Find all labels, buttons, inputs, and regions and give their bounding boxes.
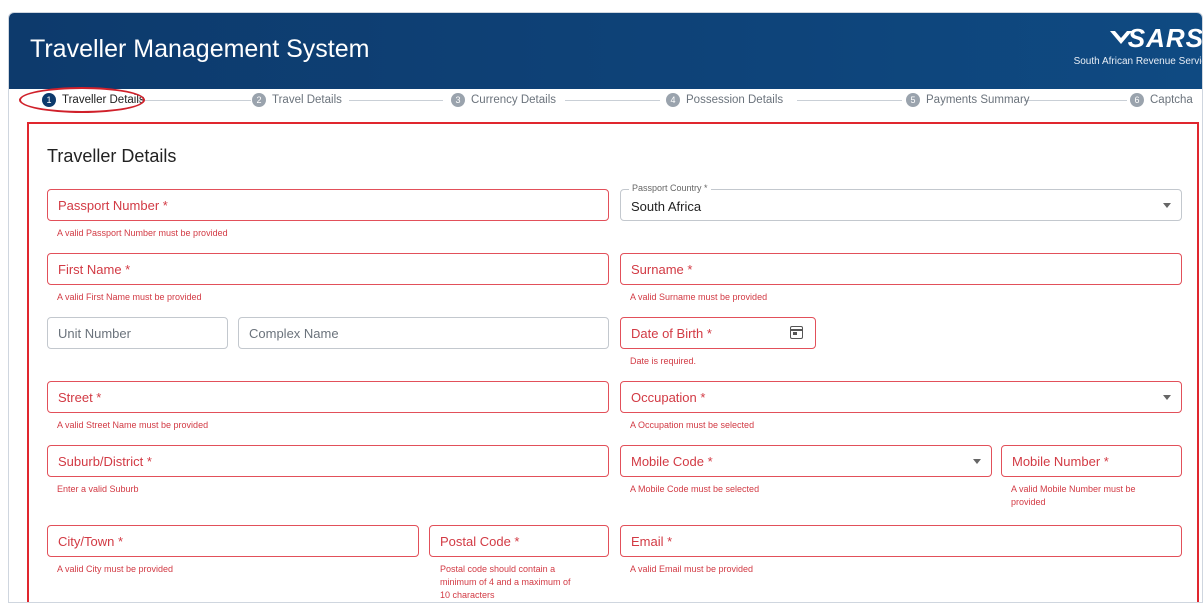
suburb-error: Enter a valid Suburb [57,484,139,494]
email-placeholder: Email * [631,534,673,549]
first-name-input[interactable]: First Name * [47,253,609,285]
step-number: 2 [252,93,266,107]
surname-input[interactable]: Surname * [620,253,1182,285]
sars-logo: SARS South African Revenue Service [1062,23,1203,75]
suburb-placeholder: Suburb/District * [58,454,152,469]
mobile-code-placeholder: Mobile Code * [631,454,713,469]
passport-country-select[interactable]: Passport Country * South Africa [620,183,1182,221]
step-number: 5 [906,93,920,107]
date-of-birth-placeholder: Date of Birth * [631,326,712,341]
mobile-number-error-line: provided [1011,497,1046,507]
step-connector [1024,100,1127,101]
mobile-number-placeholder: Mobile Number * [1012,454,1109,469]
postal-code-error-line: 10 characters [440,590,495,600]
postal-code-error-line: minimum of 4 and a maximum of [440,577,571,587]
city-error: A valid City must be provided [57,564,174,574]
step-possession-details[interactable]: 4 Possession Details [666,92,783,108]
passport-country-value: South Africa [631,199,702,214]
step-number: 4 [666,93,680,107]
step-captcha[interactable]: 6 Captcha [1130,92,1193,108]
occupation-placeholder: Occupation * [631,390,706,405]
traveller-details-form: Traveller Details Passport Number * A va… [27,122,1199,602]
unit-number-placeholder: Unit Number [58,326,131,341]
street-error: A valid Street Name must be provided [57,420,209,430]
street-placeholder: Street * [58,390,102,405]
city-placeholder: City/Town * [58,534,124,549]
date-of-birth-error: Date is required. [630,356,697,366]
unit-number-input[interactable]: Unit Number [47,317,228,349]
step-connector [565,100,660,101]
mobile-code-select[interactable]: Mobile Code * [620,445,992,477]
form-title: Traveller Details [47,146,177,166]
chevron-down-icon [1163,203,1171,208]
surname-placeholder: Surname * [631,262,693,277]
step-payments-summary[interactable]: 5 Payments Summary [906,92,1030,108]
postal-code-error-line: Postal code should contain a [440,564,556,574]
chevron-down-icon [973,459,981,464]
step-label: Currency Details [471,94,556,106]
postal-code-placeholder: Postal Code * [440,534,520,549]
first-name-placeholder: First Name * [58,262,131,277]
first-name-error: A valid First Name must be provided [57,292,202,302]
complex-name-input[interactable]: Complex Name [238,317,609,349]
chevron-down-icon [1163,395,1171,400]
mobile-code-error: A Mobile Code must be selected [630,484,760,494]
app-header: Traveller Management System SARS South A… [9,13,1203,89]
date-of-birth-input[interactable]: Date of Birth * [620,317,816,349]
passport-number-input[interactable]: Passport Number * [47,189,609,221]
step-label: Possession Details [686,94,784,106]
street-input[interactable]: Street * [47,381,609,413]
passport-country-label: Passport Country * [629,183,711,193]
step-connector [349,100,443,101]
mobile-number-error: A valid Mobile Number must be provided [1011,483,1136,509]
passport-number-error: A valid Passport Number must be provided [57,228,228,238]
complex-name-placeholder: Complex Name [249,326,339,341]
mobile-number-input[interactable]: Mobile Number * [1001,445,1182,477]
step-connector [797,100,902,101]
city-input[interactable]: City/Town * [47,525,419,557]
step-travel-details[interactable]: 2 Travel Details [252,92,342,108]
step-currency-details[interactable]: 3 Currency Details [451,92,556,108]
step-number: 3 [451,93,465,107]
mobile-number-error-line: A valid Mobile Number must be [1011,484,1136,494]
active-step-highlight [19,87,145,113]
step-label: Captcha [1150,94,1193,106]
step-connector [137,100,251,101]
surname-error: A valid Surname must be provided [630,292,768,302]
email-error: A valid Email must be provided [630,564,754,574]
step-label: Travel Details [272,94,342,106]
progress-stepper: 1 Traveller Details 2 Travel Details 3 C… [9,89,1202,111]
app-window: Traveller Management System SARS South A… [8,12,1203,603]
postal-code-error: Postal code should contain a minimum of … [440,563,571,602]
occupation-error: A Occupation must be selected [630,420,755,430]
suburb-input[interactable]: Suburb/District * [47,445,609,477]
logo-text: SARS [1127,23,1203,53]
passport-number-placeholder: Passport Number * [58,198,168,213]
step-label: Payments Summary [926,94,1030,106]
logo-subtitle: South African Revenue Service [1073,56,1203,67]
app-title: Traveller Management System [30,35,370,63]
step-number: 6 [1130,93,1144,107]
email-input[interactable]: Email * [620,525,1182,557]
postal-code-input[interactable]: Postal Code * [429,525,609,557]
calendar-icon[interactable] [790,326,803,339]
occupation-select[interactable]: Occupation * [620,381,1182,413]
